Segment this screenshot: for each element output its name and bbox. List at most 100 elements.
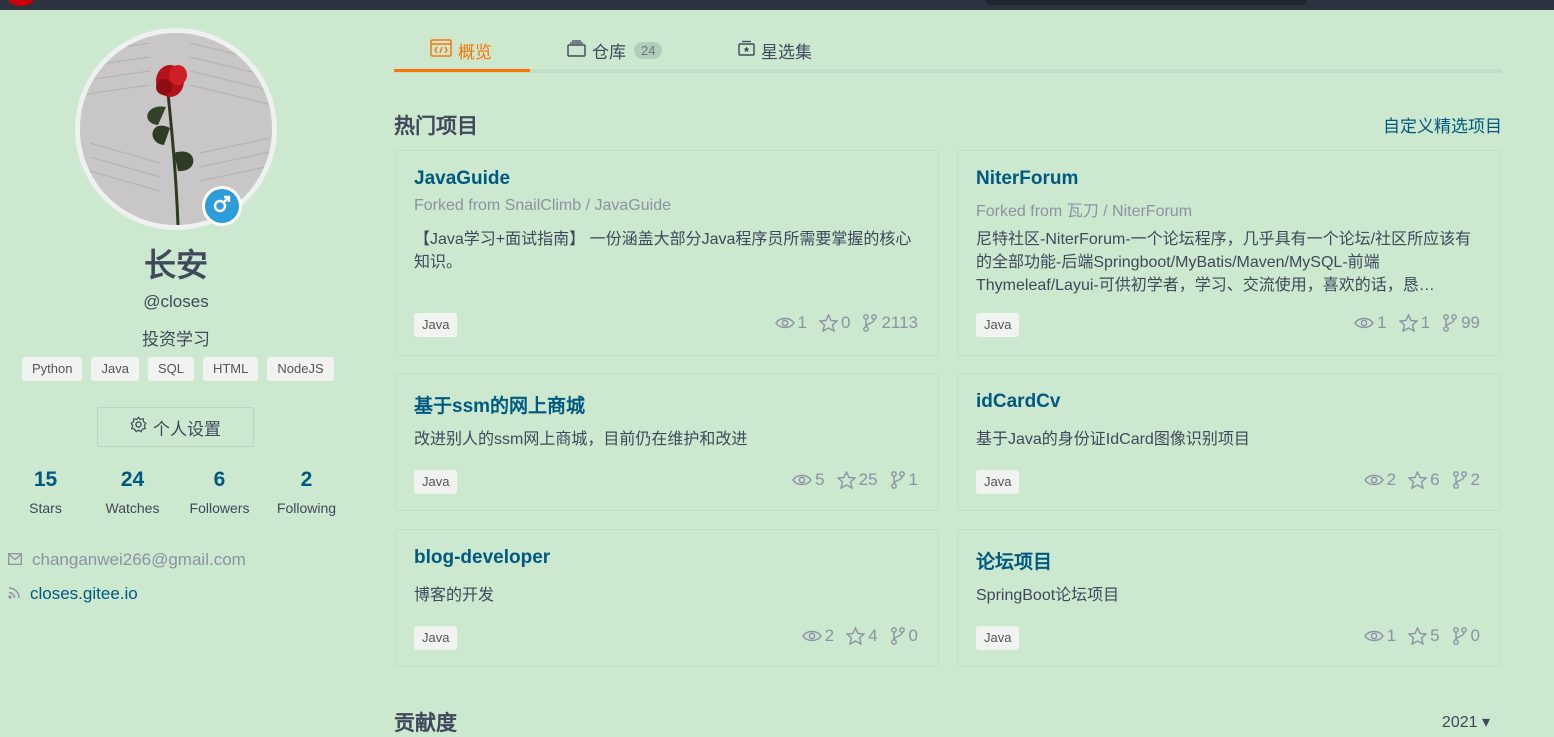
language-tag[interactable]: Java bbox=[414, 313, 458, 337]
stat-watches[interactable]: 24 Watches bbox=[89, 468, 176, 516]
language-tag[interactable]: Java bbox=[414, 626, 458, 650]
eye-icon bbox=[774, 316, 795, 330]
project-description: 尼特社区-NiterForum-一个论坛程序，几乎具有一个论坛/社区所应该有的全… bbox=[976, 231, 1472, 294]
personal-settings-button[interactable]: 个人设置 bbox=[97, 407, 254, 447]
fork-number: 0 bbox=[908, 626, 918, 645]
tab-label: 概览 bbox=[458, 43, 492, 62]
stat-followers[interactable]: 6 Followers bbox=[176, 468, 263, 516]
language-tag[interactable]: Java bbox=[976, 626, 1020, 650]
eye-icon bbox=[1363, 473, 1384, 487]
project-card[interactable]: JavaGuide Forked from SnailClimb / JavaG… bbox=[395, 150, 939, 356]
year-dropdown[interactable]: 2021 ▾ bbox=[1442, 712, 1490, 732]
main-content: 概览 仓库 24 星选集 热门项目 自定义精选项目 JavaGuide Fork… bbox=[394, 10, 1502, 735]
avatar-image bbox=[80, 33, 272, 225]
project-title[interactable]: idCardCv bbox=[976, 391, 1060, 413]
top-navigation-bar bbox=[0, 0, 1554, 10]
project-card[interactable]: 论坛项目 SpringBoot论坛项目 Java 1 5 0 bbox=[957, 529, 1501, 667]
tab-overview[interactable]: 概览 bbox=[430, 38, 492, 63]
watch-count[interactable]: 2 bbox=[801, 626, 835, 646]
project-card[interactable]: idCardCv 基于Java的身份证IdCard图像识别项目 Java 2 6… bbox=[957, 373, 1501, 511]
fork-icon bbox=[862, 314, 878, 332]
profile-tabs: 概览 仓库 24 星选集 bbox=[394, 10, 1502, 73]
eye-icon bbox=[792, 473, 812, 487]
skill-tag[interactable]: Java bbox=[91, 357, 139, 381]
star-icon bbox=[836, 471, 856, 489]
star-count[interactable]: 4 bbox=[846, 626, 878, 646]
email-address[interactable]: changanwei266@gmail.com bbox=[32, 550, 246, 570]
watch-count[interactable]: 2 bbox=[1363, 470, 1396, 490]
watch-number: 1 bbox=[1377, 313, 1387, 332]
skill-tag[interactable]: NodeJS bbox=[267, 357, 334, 381]
rose-picture bbox=[80, 33, 272, 225]
project-description: 改进别人的ssm网上商城，目前仍在维护和改进 bbox=[414, 431, 748, 448]
watch-count[interactable]: 1 bbox=[1363, 626, 1396, 646]
fork-count[interactable]: 2113 bbox=[862, 313, 918, 333]
fork-source[interactable]: Forked from SnailClimb / JavaGuide bbox=[414, 197, 671, 215]
watch-number: 1 bbox=[797, 313, 807, 332]
stat-following[interactable]: 2 Following bbox=[263, 468, 350, 516]
profile-stats: 15 Stars 24 Watches 6 Followers 2 Follow… bbox=[2, 468, 350, 516]
language-tag[interactable]: Java bbox=[976, 313, 1020, 337]
project-card[interactable]: blog-developer 博客的开发 Java 2 4 0 bbox=[395, 529, 939, 667]
watch-count[interactable]: 1 bbox=[1354, 313, 1387, 333]
profile-sidebar: 长安 @closes 投资学习 Python Java SQL HTML Nod… bbox=[0, 10, 352, 723]
stat-label: Followers bbox=[189, 500, 250, 516]
stat-stars[interactable]: 15 Stars bbox=[2, 468, 89, 516]
project-card[interactable]: NiterForum Forked from 瓦刀 / NiterForum 尼… bbox=[957, 150, 1501, 356]
project-title[interactable]: NiterForum bbox=[976, 168, 1078, 190]
stat-number: 24 bbox=[120, 468, 145, 491]
fork-number: 1 bbox=[908, 470, 918, 489]
fork-count[interactable]: 1 bbox=[890, 470, 918, 490]
watch-count[interactable]: 5 bbox=[792, 470, 825, 490]
star-count[interactable]: 0 bbox=[818, 313, 850, 333]
star-icon bbox=[1408, 471, 1428, 489]
star-count[interactable]: 25 bbox=[836, 470, 878, 490]
logo[interactable] bbox=[8, 0, 34, 6]
fork-count[interactable]: 99 bbox=[1442, 313, 1480, 333]
website-contact: closes.gitee.io bbox=[8, 584, 138, 604]
watch-number: 2 bbox=[824, 626, 835, 645]
project-title[interactable]: 论坛项目 bbox=[976, 547, 1052, 574]
skill-tag[interactable]: SQL bbox=[147, 357, 194, 381]
fork-number: 2 bbox=[1470, 470, 1480, 489]
tab-label: 星选集 bbox=[761, 43, 812, 62]
project-title[interactable]: JavaGuide bbox=[414, 168, 510, 190]
stat-label: Following bbox=[276, 500, 337, 516]
fork-icon bbox=[890, 627, 906, 645]
star-number: 4 bbox=[868, 626, 878, 645]
fork-source[interactable]: Forked from 瓦刀 / NiterForum bbox=[976, 197, 1192, 221]
website-link[interactable]: closes.gitee.io bbox=[30, 584, 138, 604]
eye-icon bbox=[801, 629, 822, 643]
star-number: 5 bbox=[1430, 626, 1440, 645]
project-title[interactable]: 基于ssm的网上商城 bbox=[414, 391, 585, 418]
star-number: 1 bbox=[1420, 313, 1431, 332]
fork-count[interactable]: 2 bbox=[1452, 470, 1480, 490]
customize-featured-link[interactable]: 自定义精选项目 bbox=[1383, 112, 1502, 137]
project-card[interactable]: 基于ssm的网上商城 改进别人的ssm网上商城，目前仍在维护和改进 Java 5… bbox=[395, 373, 939, 511]
tab-repositories[interactable]: 仓库 24 bbox=[567, 38, 663, 63]
fork-number: 99 bbox=[1461, 313, 1480, 332]
skill-tag[interactable]: Python bbox=[22, 357, 83, 381]
fork-count[interactable]: 0 bbox=[1452, 626, 1480, 646]
tab-star-collection[interactable]: 星选集 bbox=[738, 38, 812, 63]
project-stats: 2 6 2 bbox=[1363, 470, 1480, 490]
star-collection-icon bbox=[738, 40, 755, 61]
avatar[interactable] bbox=[75, 28, 277, 230]
language-tag[interactable]: Java bbox=[976, 470, 1020, 494]
watch-count[interactable]: 1 bbox=[774, 313, 807, 333]
fork-count[interactable]: 0 bbox=[890, 626, 918, 646]
profile-bio: 投资学习 bbox=[142, 330, 210, 349]
project-stats: 1 5 0 bbox=[1363, 626, 1480, 646]
project-title[interactable]: blog-developer bbox=[414, 547, 550, 569]
star-count[interactable]: 1 bbox=[1398, 313, 1431, 333]
email-contact: changanwei266@gmail.com bbox=[8, 550, 246, 570]
settings-label: 个人设置 bbox=[153, 419, 221, 439]
star-count[interactable]: 6 bbox=[1408, 470, 1440, 490]
skill-tags: Python Java SQL HTML NodeJS bbox=[22, 357, 334, 381]
repository-icon bbox=[567, 39, 586, 62]
language-tag[interactable]: Java bbox=[414, 470, 458, 494]
star-count[interactable]: 5 bbox=[1408, 626, 1440, 646]
skill-tag[interactable]: HTML bbox=[202, 357, 259, 381]
search-bar-edge[interactable] bbox=[985, 0, 1307, 5]
stat-number: 15 bbox=[33, 468, 58, 491]
